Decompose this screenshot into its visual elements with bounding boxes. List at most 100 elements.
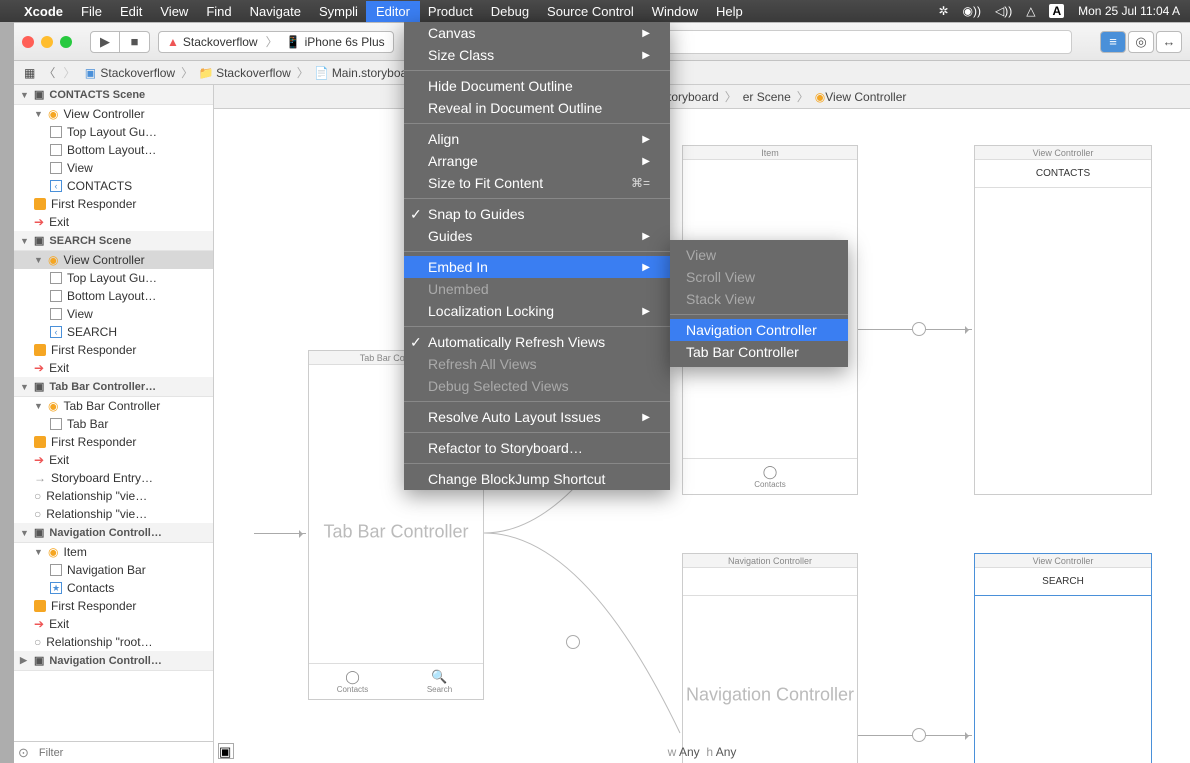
- outline-item[interactable]: View: [14, 305, 213, 323]
- menu-canvas[interactable]: Canvas▶: [404, 22, 670, 44]
- outline-item[interactable]: Top Layout Gu…: [14, 123, 213, 141]
- jb-scene[interactable]: er Scene: [739, 90, 795, 104]
- outline-item[interactable]: ‹SEARCH: [14, 323, 213, 341]
- menu-find[interactable]: Find: [206, 4, 231, 19]
- outline-item[interactable]: ‹CONTACTS: [14, 177, 213, 195]
- segue-dot[interactable]: [566, 635, 580, 649]
- menu-sizeclass[interactable]: Size Class▶: [404, 44, 670, 66]
- embed-tabbar-controller[interactable]: Tab Bar Controller: [670, 341, 848, 363]
- menu-editor[interactable]: Editor: [366, 1, 420, 22]
- tabbar-controller[interactable]: ▼◉Tab Bar Controller: [14, 397, 213, 415]
- clock[interactable]: Mon 25 Jul 11:04 A: [1078, 4, 1180, 18]
- outline-item[interactable]: Bottom Layout…: [14, 287, 213, 305]
- menu-product[interactable]: Product: [428, 4, 473, 19]
- menu-refactor[interactable]: Refactor to Storyboard…: [404, 437, 670, 459]
- nav-item[interactable]: ▼◉Item: [14, 543, 213, 561]
- menu-arrange[interactable]: Arrange▶: [404, 150, 670, 172]
- scheme-selector[interactable]: ▲Stackoverflow 〉 📱iPhone 6s Plus: [158, 31, 394, 53]
- standard-editor[interactable]: ≡: [1100, 31, 1126, 53]
- menu-file[interactable]: File: [81, 4, 102, 19]
- jb-folder[interactable]: 📁Stackoverflow: [195, 66, 295, 80]
- scene-vc-search[interactable]: View Controller SEARCH: [974, 553, 1152, 763]
- storyboard-canvas[interactable]: toryboard〉 er Scene〉 ◉View Controller Ta…: [214, 85, 1190, 763]
- exit[interactable]: ➔Exit: [14, 359, 213, 377]
- first-responder[interactable]: First Responder: [14, 597, 213, 615]
- notif-icon[interactable]: △: [1026, 4, 1035, 18]
- jb-fwd[interactable]: 〉: [59, 64, 79, 81]
- filter-input[interactable]: [33, 745, 213, 761]
- jb-file[interactable]: 📄Main.storyboa: [311, 66, 411, 80]
- scene-nav1-header[interactable]: ▼▣Navigation Controll…: [14, 523, 213, 543]
- jb-project[interactable]: ▣Stackoverflow: [79, 66, 179, 80]
- vc-contacts[interactable]: ▼◉View Controller: [14, 105, 213, 123]
- input-icon[interactable]: A: [1049, 4, 1064, 18]
- macos-menubar: Xcode File Edit View Find Navigate Sympl…: [0, 0, 1190, 22]
- outline-item[interactable]: Bottom Layout…: [14, 141, 213, 159]
- toggle-outline-button[interactable]: ▣: [218, 743, 234, 759]
- menu-app[interactable]: Xcode: [24, 4, 63, 19]
- menu-guides[interactable]: Guides▶: [404, 225, 670, 247]
- menu-reveal-outline[interactable]: Reveal in Document Outline: [404, 97, 670, 119]
- scene-vc-contacts[interactable]: View Controller CONTACTS: [974, 145, 1152, 495]
- sizeclass-indicator[interactable]: w Any h Any: [668, 745, 737, 759]
- menu-view[interactable]: View: [160, 4, 188, 19]
- assistant-editor[interactable]: ◎: [1128, 31, 1154, 53]
- menu-embed-in[interactable]: Embed In▶: [404, 256, 670, 278]
- menu-unembed: Unembed: [404, 278, 670, 300]
- scene-nav2-header[interactable]: ▶▣Navigation Controll…: [14, 651, 213, 671]
- segue-dot[interactable]: [912, 322, 926, 336]
- jb-storyboard[interactable]: toryboard: [664, 90, 723, 104]
- status-icon[interactable]: ✲: [938, 4, 948, 18]
- outline-item[interactable]: Navigation Bar: [14, 561, 213, 579]
- minimize-window[interactable]: [41, 36, 53, 48]
- scene-search-header[interactable]: ▼▣SEARCH Scene: [14, 231, 213, 251]
- jb-vc[interactable]: ◉View Controller: [811, 90, 911, 104]
- version-editor[interactable]: ↔: [1156, 31, 1182, 53]
- menu-blockjump[interactable]: Change BlockJump Shortcut: [404, 468, 670, 490]
- menu-navigate[interactable]: Navigate: [250, 4, 301, 19]
- embed-navigation-controller[interactable]: Navigation Controller: [670, 319, 848, 341]
- segue-dot[interactable]: [912, 728, 926, 742]
- relationship-segue[interactable]: ○Relationship "root…: [14, 633, 213, 651]
- relationship-segue[interactable]: ○Relationship "vie…: [14, 487, 213, 505]
- volume-icon[interactable]: ◁)): [995, 4, 1012, 18]
- menu-window[interactable]: Window: [652, 4, 698, 19]
- outline-item[interactable]: Tab Bar: [14, 415, 213, 433]
- tab-contacts: ◯Contacts: [309, 664, 396, 699]
- exit[interactable]: ➔Exit: [14, 615, 213, 633]
- close-window[interactable]: [22, 36, 34, 48]
- relationship-segue[interactable]: ○Relationship "vie…: [14, 505, 213, 523]
- menu-sympli[interactable]: Sympli: [319, 4, 358, 19]
- outline-item[interactable]: View: [14, 159, 213, 177]
- menu-resolve[interactable]: Resolve Auto Layout Issues▶: [404, 406, 670, 428]
- editor-menu-dropdown: Canvas▶ Size Class▶ Hide Document Outlin…: [404, 22, 670, 490]
- jb-grid-icon[interactable]: ▦: [20, 66, 39, 80]
- menu-sourcecontrol[interactable]: Source Control: [547, 4, 634, 19]
- wifi-icon[interactable]: ◉)): [963, 4, 981, 18]
- run-button[interactable]: ▶: [90, 31, 120, 53]
- menu-edit[interactable]: Edit: [120, 4, 142, 19]
- outline-item[interactable]: Top Layout Gu…: [14, 269, 213, 287]
- jb-back[interactable]: 〈: [39, 64, 59, 81]
- exit[interactable]: ➔Exit: [14, 451, 213, 469]
- exit[interactable]: ➔Exit: [14, 213, 213, 231]
- document-outline: ▼▣CONTACTS Scene ▼◉View Controller Top L…: [14, 85, 214, 763]
- first-responder[interactable]: First Responder: [14, 433, 213, 451]
- menu-align[interactable]: Align▶: [404, 128, 670, 150]
- stop-button[interactable]: ■: [120, 31, 150, 53]
- storyboard-entry[interactable]: →Storyboard Entry…: [14, 469, 213, 487]
- first-responder[interactable]: First Responder: [14, 341, 213, 359]
- menu-localization[interactable]: Localization Locking▶: [404, 300, 670, 322]
- menu-autorefresh[interactable]: ✓Automatically Refresh Views: [404, 331, 670, 353]
- scene-contacts-header[interactable]: ▼▣CONTACTS Scene: [14, 85, 213, 105]
- zoom-window[interactable]: [60, 36, 72, 48]
- first-responder[interactable]: First Responder: [14, 195, 213, 213]
- menu-sizefit[interactable]: Size to Fit Content⌘=: [404, 172, 670, 194]
- menu-debug[interactable]: Debug: [491, 4, 529, 19]
- scene-tabbar-header[interactable]: ▼▣Tab Bar Controller…: [14, 377, 213, 397]
- outline-item[interactable]: ★Contacts: [14, 579, 213, 597]
- vc-search[interactable]: ▼◉View Controller: [14, 251, 213, 269]
- scene-navcon[interactable]: Navigation Controller Navigation Control…: [682, 553, 858, 763]
- menu-help[interactable]: Help: [716, 4, 743, 19]
- menu-snap[interactable]: ✓Snap to Guides: [404, 203, 670, 225]
